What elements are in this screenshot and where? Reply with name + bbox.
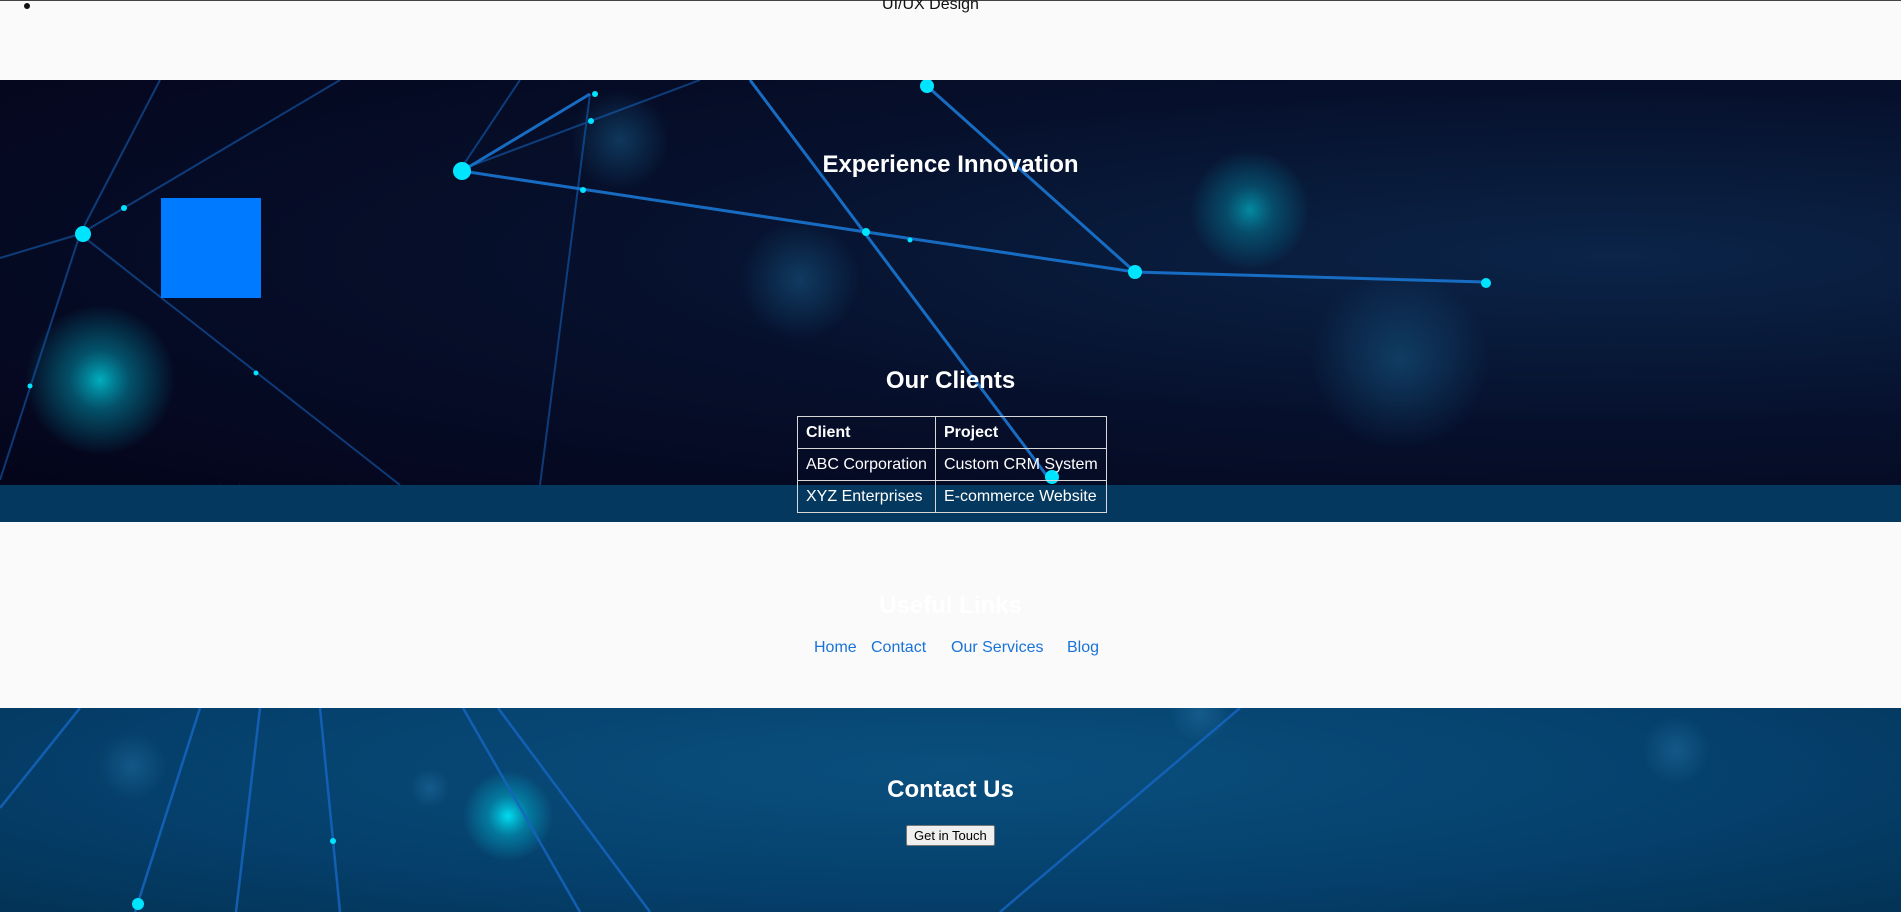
clients-table: Client Project ABC Corporation Custom CR… <box>797 416 1107 513</box>
column-header-project: Project <box>934 416 1107 449</box>
column-header-client: Client <box>797 416 936 449</box>
hero-title: Experience Innovation <box>822 151 1079 178</box>
clients-title: Our Clients <box>885 367 1016 394</box>
hero-section: Experience Innovation Our Clients Client… <box>0 80 1901 522</box>
list-bullet <box>24 3 30 9</box>
client-cell: ABC Corporation <box>797 448 936 481</box>
link-contact[interactable]: Contact <box>871 639 926 657</box>
list-item-label: UI/UX Design <box>882 0 979 13</box>
link-home[interactable]: Home <box>814 639 857 657</box>
services-list: UI/UX Design <box>0 0 1901 14</box>
table-row: ABC Corporation Custom CRM System <box>797 448 1107 481</box>
contact-section: Contact Us Get in Touch <box>0 708 1901 912</box>
useful-links-title: Useful Links <box>879 592 1022 619</box>
animated-blue-square <box>161 198 261 298</box>
client-cell: XYZ Enterprises <box>797 480 936 513</box>
table-header-row: Client Project <box>797 416 1107 449</box>
list-item: UI/UX Design <box>0 0 1901 14</box>
link-our-services[interactable]: Our Services <box>951 639 1043 657</box>
table-row: XYZ Enterprises E-commerce Website <box>797 480 1107 513</box>
project-cell: E-commerce Website <box>934 480 1107 513</box>
useful-links-section: Useful Links Home Contact Our Services B… <box>0 522 1901 708</box>
services-section-tail: UI/UX Design <box>0 0 1901 80</box>
get-in-touch-button[interactable]: Get in Touch <box>906 825 995 846</box>
link-blog[interactable]: Blog <box>1067 639 1099 657</box>
project-cell: Custom CRM System <box>934 448 1107 481</box>
network-background <box>0 708 1710 912</box>
contact-title: Contact Us <box>887 776 1014 803</box>
